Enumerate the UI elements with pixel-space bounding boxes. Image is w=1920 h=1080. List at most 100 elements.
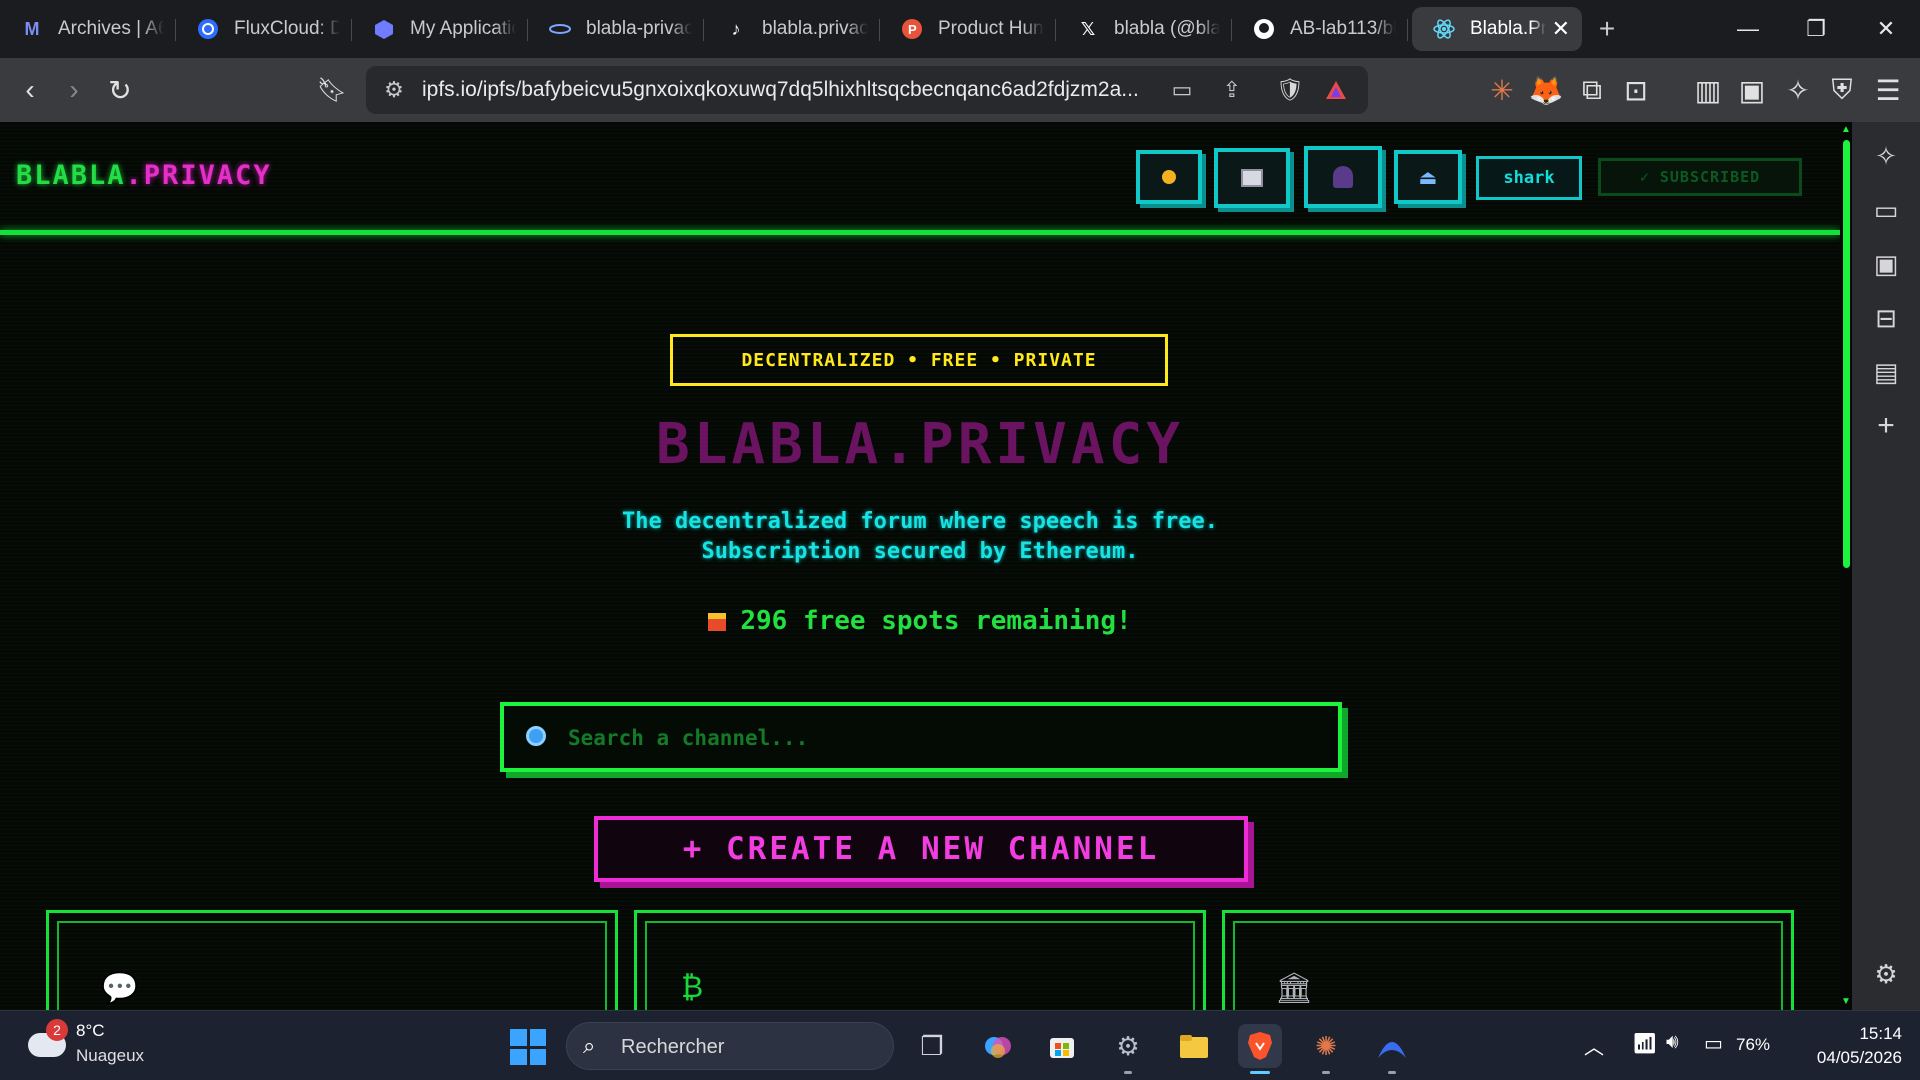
claude-app-icon[interactable]: ✺ xyxy=(1304,1024,1348,1074)
copilot-icon[interactable] xyxy=(976,1024,1020,1068)
wifi-icon[interactable]: 📶︎ xyxy=(1632,1031,1657,1056)
start-button[interactable] xyxy=(510,1029,546,1065)
scrollbar-thumb[interactable] xyxy=(1843,140,1850,568)
logo-text-privacy: .PRIVACY xyxy=(125,160,272,191)
window-close-icon[interactable]: ✕ xyxy=(1852,0,1920,58)
channel-card[interactable]: 💬 xyxy=(46,910,618,1010)
brave-shields-icon[interactable]: 🛡 xyxy=(1276,76,1304,104)
eye-icon xyxy=(548,17,572,41)
fluxcloud-icon xyxy=(196,17,220,41)
tab-title: Blabla.Pr xyxy=(1470,18,1546,39)
add-panel-icon[interactable]: + xyxy=(1864,404,1908,448)
battery-icon[interactable]: ▭ xyxy=(1704,1031,1723,1056)
eject-icon: ⏏ xyxy=(1418,166,1438,189)
avatar-icon xyxy=(1333,166,1353,188)
system-clock[interactable]: 15:14 04/05/2026 xyxy=(1790,1022,1902,1070)
tab-blabla-privacy-1[interactable]: blabla-privac xyxy=(528,7,704,51)
site-settings-icon[interactable]: ⚙ xyxy=(380,76,408,104)
metamask-icon[interactable]: 🦊 xyxy=(1524,68,1568,112)
react-icon xyxy=(1432,17,1456,41)
brave-rewards-icon[interactable] xyxy=(1322,76,1350,104)
new-tab-button[interactable]: + xyxy=(1582,13,1632,45)
coin-icon xyxy=(1162,170,1176,184)
address-bar[interactable]: ⚙ ipfs.io/ipfs/bafybeicvu5gnxoixqkoxuwq7… xyxy=(366,66,1368,114)
temperature: 8°C xyxy=(76,1021,105,1040)
tab-title: FluxCloud: D xyxy=(234,18,340,39)
subtitle-line-2: Subscription secured by Ethereum. xyxy=(701,539,1139,564)
bookmarks-icon[interactable]: ⊟ xyxy=(1864,296,1908,340)
tab-blabla-active[interactable]: Blabla.Pr ✕ xyxy=(1412,7,1582,51)
sidebar-toggle-icon[interactable]: ▥ xyxy=(1686,68,1730,112)
page-content: BLABLA.PRIVACY ⏏ shark ✓ SUBSCRIBED DECE… xyxy=(0,122,1852,1010)
minimize-icon[interactable]: — xyxy=(1714,0,1782,58)
leo-ai-icon[interactable]: ✧ xyxy=(1776,68,1820,112)
svg-text:P: P xyxy=(908,22,917,37)
leo-icon[interactable]: ✧ xyxy=(1864,134,1908,178)
share-icon[interactable]: ⇪ xyxy=(1218,76,1246,104)
search-input[interactable] xyxy=(568,720,1308,756)
scroll-down-icon[interactable]: ▼ xyxy=(1841,996,1851,1007)
wallet-status-button[interactable] xyxy=(1136,150,1202,204)
subscribed-badge: ✓ SUBSCRIBED xyxy=(1598,158,1802,196)
browser-sidebar: ✧ ▭ ▣ ⊟ ▤ + ⚙ xyxy=(1852,122,1920,1010)
create-channel-button[interactable]: + CREATE A NEW CHANNEL xyxy=(594,816,1248,882)
chevron-up-icon[interactable]: ︿ xyxy=(1584,1031,1604,1060)
tab-gmail[interactable]: M Archives | A6 xyxy=(0,7,176,51)
tab-fluxcloud[interactable]: FluxCloud: D xyxy=(176,7,352,51)
brave-browser-icon[interactable] xyxy=(1238,1024,1282,1074)
file-explorer-icon[interactable] xyxy=(1172,1024,1216,1068)
forward-icon[interactable]: › xyxy=(52,68,96,112)
tab-x[interactable]: 𝕏 blabla (@blal xyxy=(1056,7,1232,51)
vpn-icon[interactable]: ⛨ xyxy=(1820,68,1864,112)
header-divider xyxy=(0,230,1840,235)
screenshot-icon[interactable]: ⊡ xyxy=(1614,68,1658,112)
back-icon[interactable]: ‹ xyxy=(8,68,52,112)
menu-icon[interactable]: ☰ xyxy=(1866,68,1910,112)
channel-search xyxy=(500,702,1342,772)
restore-icon[interactable]: ❐ xyxy=(1782,0,1850,58)
notification-badge: 2 xyxy=(46,1019,68,1041)
tab-title: blabla.privacy xyxy=(762,18,868,39)
store-icon[interactable] xyxy=(1040,1024,1084,1068)
tab-title: blabla-privac xyxy=(586,18,692,39)
tab-product-hunt[interactable]: P Product Hunt xyxy=(880,7,1056,51)
vpn-app-icon[interactable] xyxy=(1370,1024,1414,1074)
taskbar-search[interactable]: ⌕ Rechercher xyxy=(566,1022,894,1070)
tab-github[interactable]: AB-lab113/bl xyxy=(1232,7,1408,51)
task-view-icon[interactable]: ❐ xyxy=(910,1024,954,1068)
channel-card[interactable]: ₿ xyxy=(634,910,1206,1010)
channel-card[interactable]: 🏛 xyxy=(1222,910,1794,1010)
sidebar-settings-icon[interactable]: ⚙ xyxy=(1864,952,1908,996)
envelope-icon xyxy=(1241,169,1263,187)
scroll-up-icon[interactable]: ▲ xyxy=(1841,124,1851,135)
battery-percent: 76% xyxy=(1736,1035,1771,1054)
logout-button[interactable]: ⏏ xyxy=(1394,150,1462,204)
url-text[interactable]: ipfs.io/ipfs/bafybeicvu5gnxoixqkoxuwq7dq… xyxy=(422,78,1139,102)
close-icon[interactable]: ✕ xyxy=(1552,16,1570,42)
page-scrollbar[interactable]: ▲ ▼ xyxy=(1840,122,1852,1010)
search-icon xyxy=(526,726,546,746)
claude-extension-icon[interactable]: ✳ xyxy=(1480,68,1524,112)
profile-button[interactable] xyxy=(1304,146,1382,208)
cast-icon[interactable]: ▭ xyxy=(1168,76,1196,104)
windows-taskbar: 2 8°C Nuageux ⌕ Rechercher ❐ ⚙ ✺ ︿ 📶︎ 🔊︎… xyxy=(0,1010,1920,1080)
site-logo[interactable]: BLABLA.PRIVACY xyxy=(16,160,272,191)
messages-button[interactable] xyxy=(1214,148,1290,208)
volume-icon[interactable]: 🔊︎ xyxy=(1666,1031,1679,1054)
username-button[interactable]: shark xyxy=(1476,156,1582,200)
wallet-icon[interactable]: ▣ xyxy=(1730,68,1774,112)
free-spots-notice: 296 free spots remaining! xyxy=(0,606,1840,636)
reading-list-icon[interactable]: ▤ xyxy=(1864,350,1908,394)
cube-icon xyxy=(372,17,396,41)
wallet-panel-icon[interactable]: ▣ xyxy=(1864,242,1908,286)
clock-time: 15:14 xyxy=(1859,1024,1902,1043)
reload-icon[interactable]: ↻ xyxy=(98,68,142,112)
media-icon[interactable]: ▭ xyxy=(1864,188,1908,232)
tab-my-applications[interactable]: My Applicatio xyxy=(352,7,528,51)
extensions-icon[interactable]: ⧉ xyxy=(1570,68,1614,112)
bitcoin-icon: ₿ xyxy=(681,971,704,1004)
tab-tiktok[interactable]: ♪ blabla.privacy xyxy=(704,7,880,51)
producthunt-icon: P xyxy=(900,17,924,41)
settings-app-icon[interactable]: ⚙ xyxy=(1106,1024,1150,1074)
bookmark-icon[interactable]: 🔖︎ xyxy=(310,68,354,112)
